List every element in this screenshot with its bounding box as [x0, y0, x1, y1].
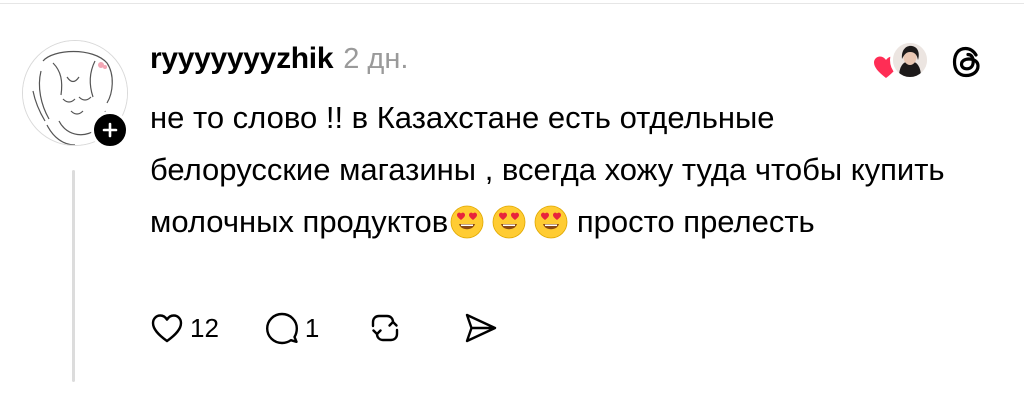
reply-button[interactable]: 1: [265, 311, 319, 345]
username[interactable]: ryyyyyyyzhik: [150, 42, 334, 76]
comment-text: не то слово !! в Казахстане есть отдельн…: [150, 92, 950, 248]
top-divider: [0, 3, 1024, 4]
share-button[interactable]: [463, 311, 499, 345]
reply-count: 1: [304, 312, 320, 343]
threads-logo-icon[interactable]: [948, 42, 988, 82]
repost-button[interactable]: [367, 310, 403, 346]
comment-tail: просто прелесть: [576, 204, 815, 239]
comment-header: ryyyyyyyzhik 2 дн.: [150, 42, 408, 78]
repost-arrows-icon: [372, 314, 399, 342]
thread-line: [72, 170, 75, 382]
heart-eyes-emoji-icon: [534, 205, 568, 239]
action-bar: 12 1: [150, 306, 499, 350]
timestamp: 2 дн.: [343, 43, 409, 75]
reactor-avatar: [890, 40, 930, 80]
speech-bubble-icon: [265, 312, 298, 345]
liked-by-indicator[interactable]: [872, 40, 934, 84]
heart-eyes-emoji-icon: [450, 205, 484, 239]
send-icon: [466, 313, 497, 343]
plus-icon: [102, 122, 118, 138]
like-count: 12: [190, 312, 219, 343]
heart-outline-icon: [151, 314, 183, 343]
like-button[interactable]: 12: [150, 312, 219, 344]
heart-eyes-emoji-icon: [492, 205, 526, 239]
follow-button[interactable]: [91, 111, 129, 149]
